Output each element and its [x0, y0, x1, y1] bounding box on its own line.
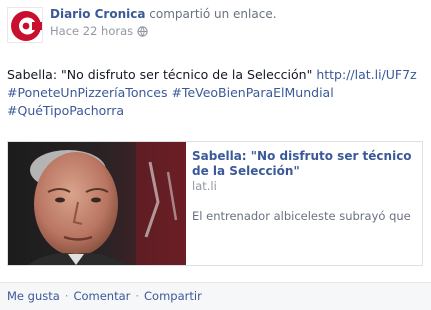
hashtag-link[interactable]: #QuéTipoPachorra — [7, 103, 124, 118]
page-avatar[interactable] — [7, 7, 43, 43]
post-header: Diario Cronica compartió un enlace. — [50, 6, 277, 22]
author-name[interactable]: Diario Cronica — [50, 7, 145, 21]
like-button[interactable]: Me gusta — [7, 289, 60, 303]
message-url-link[interactable]: http://lat.li/UF7z — [316, 67, 416, 82]
post-message: Sabella: "No disfruto ser técnico de la … — [7, 66, 427, 120]
comment-button[interactable]: Comentar — [73, 289, 130, 303]
link-preview-card[interactable]: Sabella: "No disfruto ser técnico de la … — [7, 141, 423, 266]
link-title[interactable]: Sabella: "No disfruto ser técnico de la … — [192, 149, 417, 179]
link-thumbnail-image[interactable] — [8, 142, 186, 265]
separator-dot: · — [135, 289, 140, 303]
cronica-logo-icon — [11, 11, 42, 41]
message-text: Sabella: "No disfruto ser técnico de la … — [7, 67, 313, 82]
post-meta: Hace 22 horas — [50, 24, 148, 41]
globe-icon[interactable] — [137, 26, 148, 41]
link-domain: lat.li — [192, 179, 217, 193]
post-timestamp[interactable]: Hace 22 horas — [50, 24, 133, 38]
separator-dot: · — [64, 289, 69, 303]
link-description: El entrenador albiceleste subrayó que — [192, 209, 411, 223]
share-button[interactable]: Compartir — [144, 289, 202, 303]
hashtag-link[interactable]: #TeVeoBienParaElMundial — [171, 85, 333, 100]
facebook-post: Diario Cronica compartió un enlace. Hace… — [0, 0, 431, 310]
post-action-text: compartió un enlace. — [149, 7, 277, 21]
hashtag-link[interactable]: #PoneteUnPizzeríaTonces — [7, 85, 167, 100]
post-actions-bar: Me gusta · Comentar · Compartir — [0, 282, 431, 310]
